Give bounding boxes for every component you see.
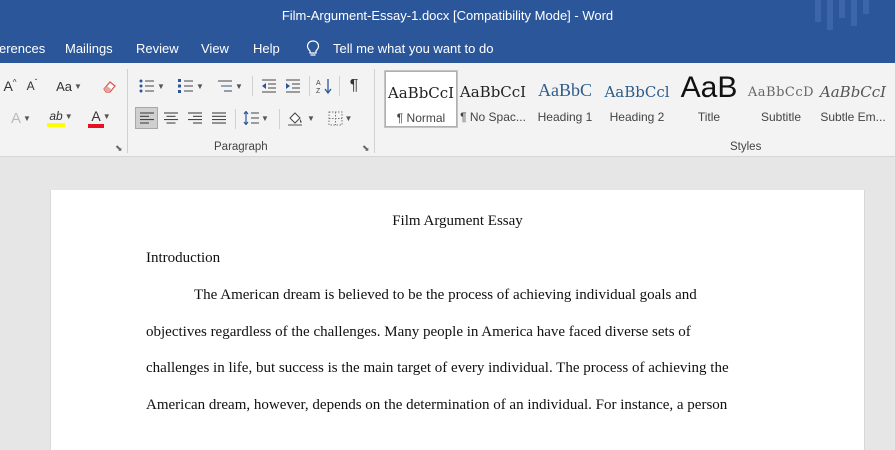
tab-references[interactable]: erences xyxy=(0,41,45,56)
align-right-icon xyxy=(188,112,202,124)
styles-group-label: Styles xyxy=(730,141,762,153)
style-name: Heading 2 xyxy=(609,110,665,124)
group-separator xyxy=(279,109,280,129)
style-name: ¶ No Spac... xyxy=(460,110,526,124)
change-case-button[interactable]: Aa ▼ xyxy=(54,76,84,96)
font-dialog-launcher[interactable]: ⬊ xyxy=(115,143,123,154)
document-page[interactable]: Film Argument Essay Introduction The Ame… xyxy=(50,190,865,450)
tab-review[interactable]: Review xyxy=(136,41,179,56)
paragraph-line: The American dream is believed to be the… xyxy=(194,287,697,303)
show-formatting-button[interactable]: ¶ xyxy=(343,76,365,96)
borders-button[interactable]: ▼ xyxy=(324,107,356,129)
decrease-indent-icon xyxy=(262,79,276,93)
group-separator xyxy=(235,109,236,129)
eraser-icon xyxy=(102,80,116,93)
shading-button[interactable]: ▼ xyxy=(284,107,318,129)
align-left-icon xyxy=(139,112,154,124)
style-preview: AaBbC xyxy=(538,80,592,100)
paragraph-dialog-launcher[interactable]: ⬊ xyxy=(362,143,370,154)
justify-button[interactable] xyxy=(208,107,230,129)
bullets-icon xyxy=(139,79,155,93)
bullets-button[interactable]: ▼ xyxy=(136,76,168,96)
line-spacing-button[interactable]: ▼ xyxy=(240,107,272,129)
group-separator xyxy=(127,69,128,153)
style-preview: AaBbCcI xyxy=(819,83,887,101)
paragraph-line: challenges in life, but success is the m… xyxy=(146,360,729,376)
paint-bucket-icon xyxy=(288,112,303,126)
align-center-button[interactable] xyxy=(160,107,182,129)
style-name: Subtitle xyxy=(760,110,802,124)
sort-icon: A Z xyxy=(316,79,332,94)
paragraph-line: American dream, however, depends on the … xyxy=(146,397,728,413)
style-name: Title xyxy=(697,110,721,124)
svg-text:Z: Z xyxy=(316,88,321,94)
numbering-icon xyxy=(178,79,194,93)
tab-help[interactable]: Help xyxy=(253,41,280,56)
line-spacing-icon xyxy=(243,111,260,125)
align-center-icon xyxy=(164,112,178,124)
style-preview: AaBbCcl xyxy=(604,83,670,101)
paragraph-group-label: Paragraph xyxy=(214,141,268,153)
style-heading-2[interactable]: AaBbCcl Heading 2 xyxy=(601,71,673,127)
text-effects-button[interactable]: A ▼ xyxy=(4,107,38,129)
style-name: Heading 1 xyxy=(537,110,593,124)
style-name: ¶ Normal xyxy=(396,111,446,125)
ribbon-tabs: erences Mailings Review View Help Tell m… xyxy=(0,33,895,63)
group-separator xyxy=(309,76,310,96)
tab-view[interactable]: View xyxy=(201,41,229,56)
style-name: Subtle Em... xyxy=(820,110,886,124)
style-preview: AaBbCcI xyxy=(387,84,455,102)
style-preview: AaBbCcI xyxy=(459,83,527,101)
group-separator xyxy=(252,76,253,96)
window-title: Film-Argument-Essay-1.docx [Compatibilit… xyxy=(281,8,614,23)
numbering-button[interactable]: ▼ xyxy=(175,76,207,96)
tell-me-search[interactable]: Tell me what you want to do xyxy=(333,41,493,56)
increase-indent-icon xyxy=(286,79,300,93)
style-subtle-emphasis[interactable]: AaBbCcI Subtle Em... xyxy=(817,71,889,127)
style-preview: AaB xyxy=(680,71,738,104)
document-heading: Introduction xyxy=(146,250,221,266)
document-title: Film Argument Essay xyxy=(392,213,523,229)
style-title[interactable]: AaB Title xyxy=(673,71,745,127)
decrease-indent-button[interactable] xyxy=(258,76,280,96)
lightbulb-icon xyxy=(306,40,320,56)
group-separator xyxy=(339,76,340,96)
highlight-color-button[interactable]: ab ▼ xyxy=(44,107,78,129)
align-left-button[interactable] xyxy=(135,107,158,129)
style-normal[interactable]: AaBbCcI ¶ Normal xyxy=(384,70,458,128)
style-no-spacing[interactable]: AaBbCcI ¶ No Spac... xyxy=(457,71,529,127)
title-bar-pattern xyxy=(815,0,869,30)
align-right-button[interactable] xyxy=(184,107,206,129)
paragraph-line: objectives regardless of the challenges.… xyxy=(146,324,691,340)
shrink-font-button[interactable]: Aˇ xyxy=(24,76,40,96)
svg-text:A: A xyxy=(316,80,321,87)
clear-formatting-button[interactable] xyxy=(99,76,119,96)
style-preview: AaBbCcD xyxy=(747,85,815,100)
increase-indent-button[interactable] xyxy=(282,76,304,96)
document-area: Film Argument Essay Introduction The Ame… xyxy=(0,157,895,450)
style-subtitle[interactable]: AaBbCcD Subtitle xyxy=(745,71,817,127)
multilevel-list-icon xyxy=(218,80,233,92)
tab-mailings[interactable]: Mailings xyxy=(65,41,113,56)
group-separator xyxy=(374,69,375,153)
font-color-button[interactable]: A ▼ xyxy=(84,107,118,129)
justify-icon xyxy=(212,112,226,124)
borders-icon xyxy=(328,111,343,125)
multilevel-list-button[interactable]: ▼ xyxy=(214,76,246,96)
title-bar: Film-Argument-Essay-1.docx [Compatibilit… xyxy=(0,0,895,33)
grow-font-button[interactable]: A ^ xyxy=(2,76,18,96)
style-heading-1[interactable]: AaBbC Heading 1 xyxy=(529,71,601,127)
ribbon: A ^ Aˇ Aa ▼ A ▼ ab ▼ A ▼ ⬊ ▼ ▼ ▼ A Z ¶ ▼… xyxy=(0,63,895,157)
sort-button[interactable]: A Z xyxy=(313,76,335,96)
